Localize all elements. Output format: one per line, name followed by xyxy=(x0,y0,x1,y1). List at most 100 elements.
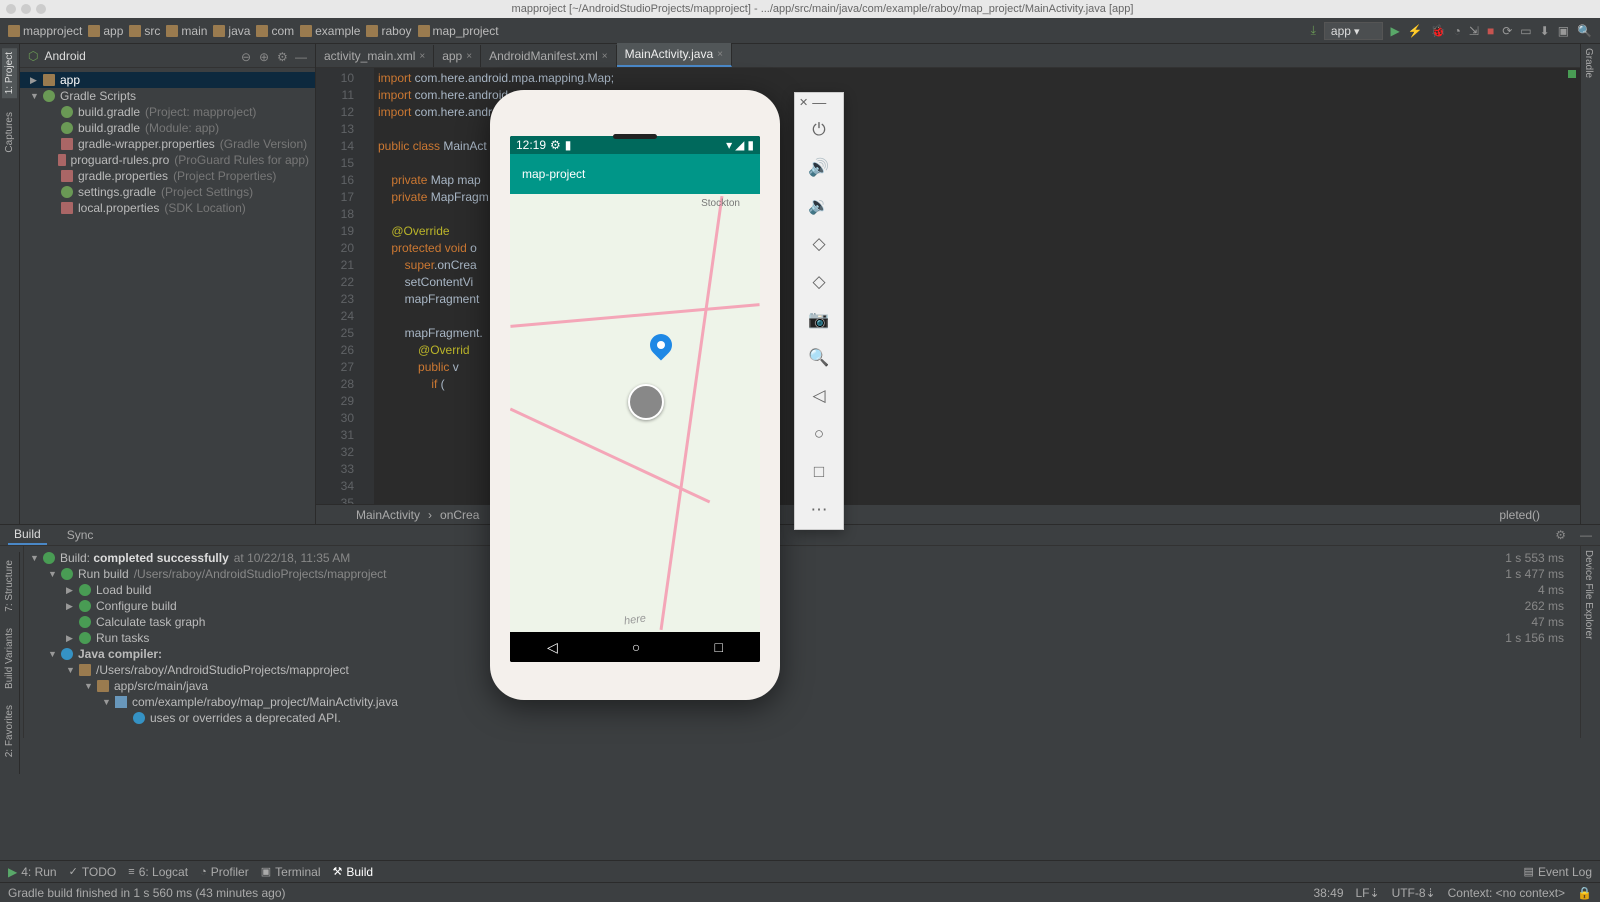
run-icon[interactable]: ▶ xyxy=(1391,24,1400,38)
tree-row[interactable]: gradle-wrapper.properties (Gradle Versio… xyxy=(20,136,315,152)
sdk-manager-icon[interactable]: ⬇ xyxy=(1540,24,1550,38)
emulator-volume-up-icon[interactable]: 🔊 xyxy=(795,149,843,187)
line-sep[interactable]: LF⇣ xyxy=(1356,886,1380,900)
tree-row[interactable]: settings.gradle (Project Settings) xyxy=(20,184,315,200)
map-pin-icon[interactable] xyxy=(645,329,676,360)
inspection-indicator[interactable] xyxy=(1568,70,1576,78)
tree-row[interactable]: ▼Gradle Scripts xyxy=(20,88,315,104)
close-tab-icon[interactable]: × xyxy=(419,51,425,62)
emulator-rotate-right-icon[interactable]: ◇ xyxy=(795,263,843,301)
build-row[interactable]: ▼Build: completed successfully at 10/22/… xyxy=(24,550,1580,566)
build-row[interactable]: ▶Load build4 ms xyxy=(24,582,1580,598)
tree-row[interactable]: build.gradle (Module: app) xyxy=(20,120,315,136)
build-row[interactable]: ▼com/example/raboy/map_project/MainActiv… xyxy=(24,694,1580,710)
left-tab-captures[interactable]: Captures xyxy=(2,108,17,157)
build-row[interactable]: ▼Run build /Users/raboy/AndroidStudioPro… xyxy=(24,566,1580,582)
debug-icon[interactable]: 🐞 xyxy=(1431,24,1446,38)
build-tab[interactable]: Build xyxy=(8,525,47,545)
map-view[interactable]: Stockton here xyxy=(510,194,760,632)
tree-row[interactable]: gradle.properties (Project Properties) xyxy=(20,168,315,184)
left-tab-build-variants[interactable]: Build Variants xyxy=(2,624,17,693)
crumb[interactable]: java xyxy=(213,24,250,38)
build-hide-icon[interactable]: — xyxy=(1580,528,1592,542)
hide-icon[interactable]: — xyxy=(295,50,307,62)
emulator-home-icon[interactable]: ○ xyxy=(795,415,843,453)
traffic-max[interactable] xyxy=(36,4,46,14)
make-icon[interactable]: ⤓ xyxy=(1311,23,1316,38)
stop-icon[interactable]: ■ xyxy=(1487,24,1494,38)
right-tab-gradle[interactable]: Gradle xyxy=(1581,44,1596,82)
bottom-profiler[interactable]: ◔ Profiler xyxy=(200,865,249,879)
bottom-build[interactable]: ⚒ Build xyxy=(333,865,374,879)
tree-row[interactable]: proguard-rules.pro (ProGuard Rules for a… xyxy=(20,152,315,168)
build-row[interactable]: ▼app/src/main/java xyxy=(24,678,1580,694)
tree-row[interactable]: ▶app xyxy=(20,72,315,88)
tree-row[interactable]: build.gradle (Project: mapproject) xyxy=(20,104,315,120)
emulator-zoom-icon[interactable]: 🔍 xyxy=(795,339,843,377)
sync-icon[interactable]: ⟳ xyxy=(1502,24,1512,38)
avd-manager-icon[interactable]: ▭ xyxy=(1520,24,1531,38)
traffic-min[interactable] xyxy=(21,4,31,14)
bottom-logcat[interactable]: ≡ 6: Logcat xyxy=(128,865,188,879)
cursor-pos[interactable]: 38:49 xyxy=(1313,886,1343,900)
collapse-icon[interactable]: ⊖ xyxy=(241,50,253,62)
emulator-rotate-left-icon[interactable]: ◇ xyxy=(795,225,843,263)
apply-changes-icon[interactable]: ⚡ xyxy=(1408,24,1423,38)
layout-inspector-icon[interactable]: ▣ xyxy=(1558,24,1569,38)
file-tab[interactable]: app× xyxy=(434,45,481,67)
gear-icon[interactable]: ⚙ xyxy=(277,50,289,62)
bottom-terminal[interactable]: ▣ Terminal xyxy=(261,865,321,879)
encoding[interactable]: UTF-8⇣ xyxy=(1392,886,1436,900)
android-overview-icon[interactable]: □ xyxy=(714,639,722,655)
file-tab[interactable]: MainActivity.java× xyxy=(617,43,732,67)
emulator-more-icon[interactable]: ⋯ xyxy=(795,491,843,529)
crumb[interactable]: raboy xyxy=(366,24,411,38)
sync-tab[interactable]: Sync xyxy=(61,526,100,544)
crumb[interactable]: main xyxy=(166,24,207,38)
right-tab-device-explorer[interactable]: Device File Explorer xyxy=(1581,546,1596,643)
android-home-icon[interactable]: ○ xyxy=(632,639,640,655)
bottom-run[interactable]: ▶4: Run xyxy=(8,865,57,879)
build-row[interactable]: ▶Run tasks1 s 156 ms xyxy=(24,630,1580,646)
project-view-title[interactable]: Android xyxy=(44,49,85,63)
build-row[interactable]: uses or overrides a deprecated API. xyxy=(24,710,1580,726)
search-icon[interactable]: 🔍 xyxy=(1577,24,1592,38)
context[interactable]: Context: <no context> xyxy=(1448,886,1565,900)
traffic-close[interactable] xyxy=(6,4,16,14)
build-row[interactable]: ▼Java compiler: xyxy=(24,646,1580,662)
build-row[interactable]: ▶Configure build262 ms xyxy=(24,598,1580,614)
bottom-todo[interactable]: ✓ TODO xyxy=(69,865,117,879)
attach-debugger-icon[interactable]: ⇲ xyxy=(1469,24,1479,38)
close-tab-icon[interactable]: × xyxy=(466,51,472,62)
build-gear-icon[interactable]: ⚙ xyxy=(1555,528,1566,542)
emulator-back-icon[interactable]: ◁ xyxy=(795,377,843,415)
crumb[interactable]: example xyxy=(300,24,360,38)
emulator-power-icon[interactable]: ⏻ xyxy=(795,111,843,149)
crumb[interactable]: src xyxy=(129,24,160,38)
crumb[interactable]: map_project xyxy=(418,24,499,38)
close-tab-icon[interactable]: × xyxy=(717,49,723,60)
left-tab-project[interactable]: 1: Project xyxy=(2,48,17,98)
file-tab[interactable]: AndroidManifest.xml× xyxy=(481,45,617,67)
profiler-icon[interactable]: ◔ xyxy=(1454,24,1461,38)
left-tab-favorites[interactable]: 2: Favorites xyxy=(2,701,17,761)
target-icon[interactable]: ⊕ xyxy=(259,50,271,62)
avatar-marker[interactable] xyxy=(628,384,664,420)
emulator-camera-icon[interactable]: 📷 xyxy=(795,301,843,339)
file-tab[interactable]: activity_main.xml× xyxy=(316,45,434,67)
build-row[interactable]: Calculate task graph47 ms xyxy=(24,614,1580,630)
run-config-select[interactable]: app ▾ xyxy=(1324,22,1383,40)
left-tab-structure[interactable]: 7: Structure xyxy=(2,556,17,616)
tree-row[interactable]: local.properties (SDK Location) xyxy=(20,200,315,216)
crumb[interactable]: app xyxy=(88,24,123,38)
android-back-icon[interactable]: ◁ xyxy=(547,639,558,656)
emulator-close-icon[interactable]: ✕ xyxy=(799,96,808,109)
close-tab-icon[interactable]: × xyxy=(602,51,608,62)
crumb[interactable]: com xyxy=(256,24,294,38)
lock-icon[interactable]: 🔒 xyxy=(1577,886,1592,900)
emulator-volume-down-icon[interactable]: 🔉 xyxy=(795,187,843,225)
emulator-screen[interactable]: 12:19⚙▮ ▾◢▮ map-project Stockton here ◁ … xyxy=(510,136,760,662)
event-log[interactable]: ▤ Event Log xyxy=(1524,865,1592,879)
crumb[interactable]: mapproject xyxy=(8,24,82,38)
emulator-overview-icon[interactable]: □ xyxy=(795,453,843,491)
